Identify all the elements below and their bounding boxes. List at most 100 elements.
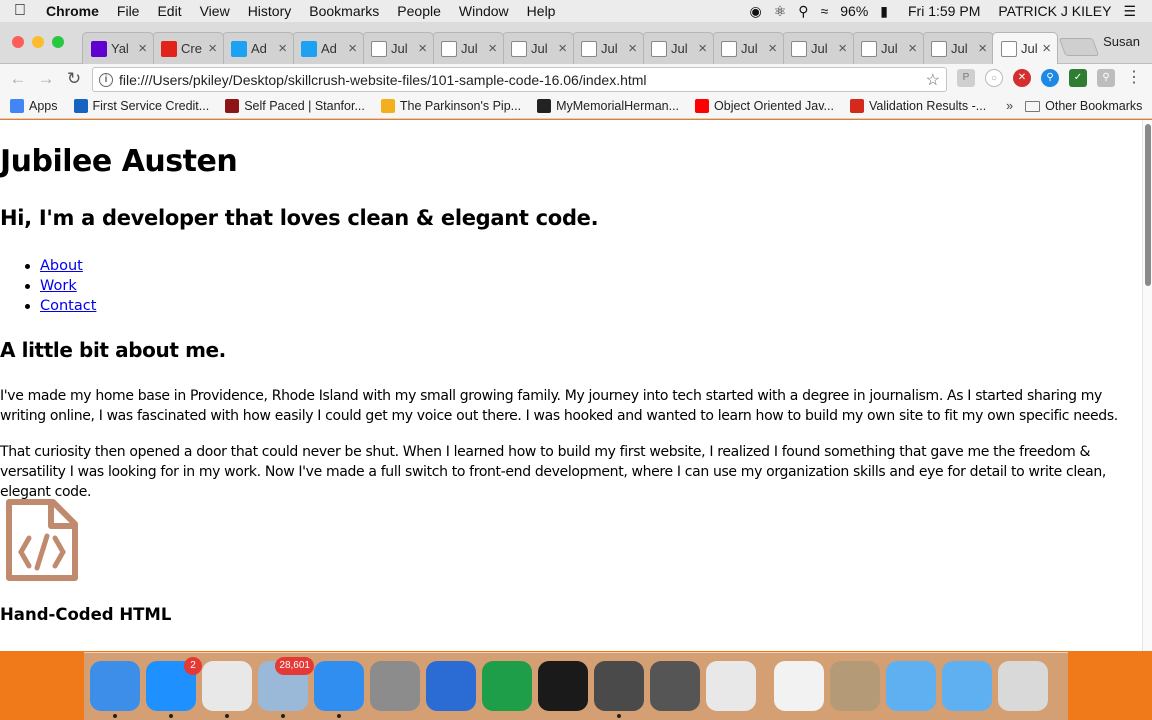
bookmark-item[interactable]: MyMemorialHerman... bbox=[527, 99, 685, 113]
excel-icon[interactable] bbox=[482, 661, 532, 711]
finder-icon[interactable] bbox=[90, 661, 140, 711]
creative-cloud-status-icon[interactable]: ◉ bbox=[744, 3, 768, 20]
safari-icon[interactable] bbox=[314, 661, 364, 711]
address-bar[interactable]: i file:///Users/pkiley/Desktop/skillcrus… bbox=[92, 67, 947, 92]
browser-tab[interactable]: Jul × bbox=[572, 32, 644, 64]
new-tab-button[interactable] bbox=[1058, 38, 1100, 56]
tab-close-icon[interactable]: × bbox=[278, 40, 287, 57]
profile-button[interactable]: Susan bbox=[1103, 34, 1140, 49]
trash-icon[interactable] bbox=[998, 661, 1048, 711]
bookmark-star-icon[interactable]: ☆ bbox=[926, 70, 940, 90]
documents-folder-icon[interactable] bbox=[942, 661, 992, 711]
pdf-extension-icon[interactable]: P bbox=[957, 69, 975, 87]
grammarly-extension-icon[interactable]: ✓ bbox=[1069, 69, 1087, 87]
scrollbar-thumb[interactable] bbox=[1145, 124, 1151, 286]
spotlight-search-icon[interactable]: ⚲ bbox=[792, 3, 814, 20]
tab-close-icon[interactable]: × bbox=[208, 40, 217, 57]
browser-tab[interactable]: Jul × bbox=[432, 32, 504, 64]
reload-icon[interactable]: ↻ bbox=[60, 69, 88, 89]
menu-bookmarks[interactable]: Bookmarks bbox=[300, 3, 388, 19]
photo-stack-icon[interactable] bbox=[830, 661, 880, 711]
info-icon[interactable]: i bbox=[99, 72, 113, 87]
apple-icon[interactable]:  bbox=[0, 2, 40, 20]
tab-close-icon[interactable]: × bbox=[978, 40, 987, 57]
bookmark-item[interactable]: Apps bbox=[0, 99, 64, 113]
back-arrow-icon[interactable]: ← bbox=[4, 69, 32, 89]
browser-tab[interactable]: Cre × bbox=[152, 32, 224, 64]
skill-heading: Hand-Coded HTML bbox=[0, 605, 172, 624]
tab-close-icon[interactable]: × bbox=[138, 40, 147, 57]
bookmark-item[interactable]: First Service Credit... bbox=[64, 99, 216, 113]
browser-tab[interactable]: Jul × bbox=[362, 32, 434, 64]
bookmarks-bar: Apps First Service Credit... Self Paced | … bbox=[0, 94, 1152, 119]
tab-close-icon[interactable]: × bbox=[418, 40, 427, 57]
other-bookmarks-folder[interactable]: Other Bookmarks bbox=[1019, 99, 1148, 113]
sync-status-icon[interactable]: ⚛ bbox=[768, 3, 793, 20]
wifi-icon[interactable]: ≈ bbox=[815, 3, 835, 19]
menu-people[interactable]: People bbox=[388, 3, 450, 19]
tab-close-icon[interactable]: × bbox=[558, 40, 567, 57]
minimize-window-button[interactable] bbox=[32, 36, 44, 48]
app-store-icon[interactable]: 2 bbox=[146, 657, 202, 711]
browser-tab[interactable]: Jul × bbox=[642, 32, 714, 64]
browser-tab[interactable]: Jul × bbox=[782, 32, 854, 64]
bookmark-item[interactable]: Validation Results -... bbox=[840, 99, 992, 113]
word-icon[interactable] bbox=[426, 661, 476, 711]
maximize-window-button[interactable] bbox=[52, 36, 64, 48]
browser-tab[interactable]: Ad × bbox=[222, 32, 294, 64]
tab-close-icon[interactable]: × bbox=[628, 40, 637, 57]
tab-close-icon[interactable]: × bbox=[488, 40, 497, 57]
bookmark-item[interactable]: Object Oriented Jav... bbox=[685, 99, 840, 113]
tab-close-icon[interactable]: × bbox=[348, 40, 357, 57]
menu-app-name[interactable]: Chrome bbox=[40, 3, 108, 19]
chrome-canary-icon[interactable] bbox=[706, 661, 756, 711]
tab-close-icon[interactable]: × bbox=[698, 40, 707, 57]
circle-extension-icon[interactable]: ○ bbox=[985, 69, 1003, 87]
browser-tab[interactable]: Jul × bbox=[502, 32, 574, 64]
sublime-text-icon[interactable] bbox=[594, 661, 644, 711]
menu-file[interactable]: File bbox=[108, 3, 149, 19]
tab-close-icon[interactable]: × bbox=[908, 40, 917, 57]
menu-history[interactable]: History bbox=[239, 3, 301, 19]
browser-tab[interactable]: Yal × bbox=[82, 32, 154, 64]
clock[interactable]: Fri 1:59 PM bbox=[894, 3, 986, 19]
browser-tab[interactable]: Jul × bbox=[992, 32, 1058, 64]
page-scrollbar[interactable] bbox=[1142, 120, 1152, 651]
validator-icon bbox=[849, 99, 864, 113]
folder-icon[interactable] bbox=[886, 661, 936, 711]
close-window-button[interactable] bbox=[12, 36, 24, 48]
browser-tab[interactable]: Jul × bbox=[922, 32, 994, 64]
browser-tab[interactable]: Jul × bbox=[852, 32, 924, 64]
url-text[interactable]: file:///Users/pkiley/Desktop/skillcrush-… bbox=[119, 72, 647, 88]
mail-icon[interactable]: 28,601 bbox=[258, 657, 314, 711]
bookmarks-overflow-button[interactable]: » bbox=[1000, 99, 1019, 113]
block-extension-icon[interactable]: ✕ bbox=[1013, 69, 1031, 87]
nav-link-about[interactable]: About bbox=[40, 258, 83, 274]
menu-view[interactable]: View bbox=[191, 3, 239, 19]
tab-close-icon[interactable]: × bbox=[1042, 40, 1051, 57]
nav-link-work[interactable]: Work bbox=[40, 278, 77, 294]
magnifier-extension-icon[interactable]: ⚲ bbox=[1097, 69, 1115, 87]
browser-tab[interactable]: Ad × bbox=[292, 32, 364, 64]
tab-close-icon[interactable]: × bbox=[768, 40, 777, 57]
bookmark-item[interactable]: Self Paced | Stanfor... bbox=[215, 99, 371, 113]
notification-center-icon[interactable]: ☰ bbox=[1117, 3, 1142, 20]
nav-link-contact[interactable]: Contact bbox=[40, 298, 96, 314]
battery-icon[interactable]: ▮ bbox=[874, 3, 894, 20]
menu-edit[interactable]: Edit bbox=[148, 3, 190, 19]
xml-file-icon[interactable] bbox=[774, 661, 824, 711]
printer-icon[interactable] bbox=[650, 661, 700, 711]
user-name[interactable]: PATRICK J KILEY bbox=[986, 3, 1117, 19]
chrome-icon[interactable] bbox=[202, 661, 252, 711]
browser-tab[interactable]: Jul × bbox=[712, 32, 784, 64]
battery-percentage[interactable]: 96% bbox=[834, 3, 874, 19]
menu-window[interactable]: Window bbox=[450, 3, 518, 19]
bookmark-item[interactable]: The Parkinson's Pip... bbox=[371, 99, 527, 113]
menu-help[interactable]: Help bbox=[518, 3, 565, 19]
terminal-icon[interactable] bbox=[538, 661, 588, 711]
forward-arrow-icon[interactable]: → bbox=[32, 69, 60, 89]
system-preferences-icon[interactable] bbox=[370, 661, 420, 711]
tab-close-icon[interactable]: × bbox=[838, 40, 847, 57]
search-extension-icon[interactable]: ⚲ bbox=[1041, 69, 1059, 87]
chrome-menu-icon[interactable]: ⋮ bbox=[1125, 69, 1143, 87]
